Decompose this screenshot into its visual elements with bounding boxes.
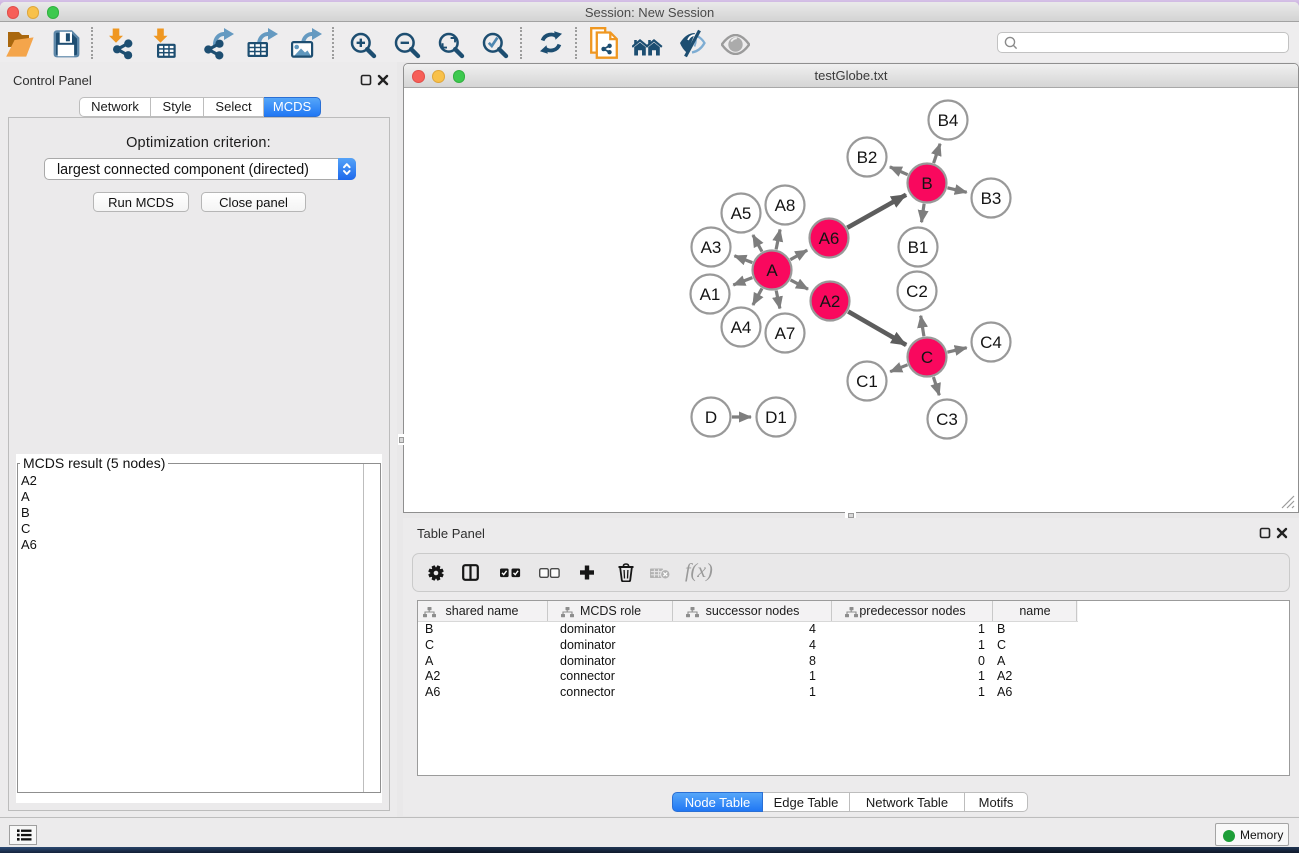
svg-text:C: C	[921, 348, 933, 367]
svg-text:B4: B4	[938, 111, 959, 130]
svg-text:D: D	[705, 408, 717, 427]
svg-text:A3: A3	[701, 238, 722, 257]
svg-text:A1: A1	[700, 285, 721, 304]
svg-text:C4: C4	[980, 333, 1002, 352]
svg-text:A: A	[766, 261, 778, 280]
svg-text:A2: A2	[820, 292, 841, 311]
svg-text:B2: B2	[857, 148, 878, 167]
svg-text:B3: B3	[981, 189, 1002, 208]
svg-text:A7: A7	[775, 324, 796, 343]
svg-text:C1: C1	[856, 372, 878, 391]
svg-text:A6: A6	[819, 229, 840, 248]
svg-text:B1: B1	[908, 238, 929, 257]
svg-text:A5: A5	[731, 204, 752, 223]
svg-text:A8: A8	[775, 196, 796, 215]
svg-text:C2: C2	[906, 282, 928, 301]
svg-text:B: B	[921, 174, 932, 193]
svg-text:A4: A4	[731, 318, 752, 337]
svg-text:C3: C3	[936, 410, 958, 429]
svg-text:D1: D1	[765, 408, 787, 427]
